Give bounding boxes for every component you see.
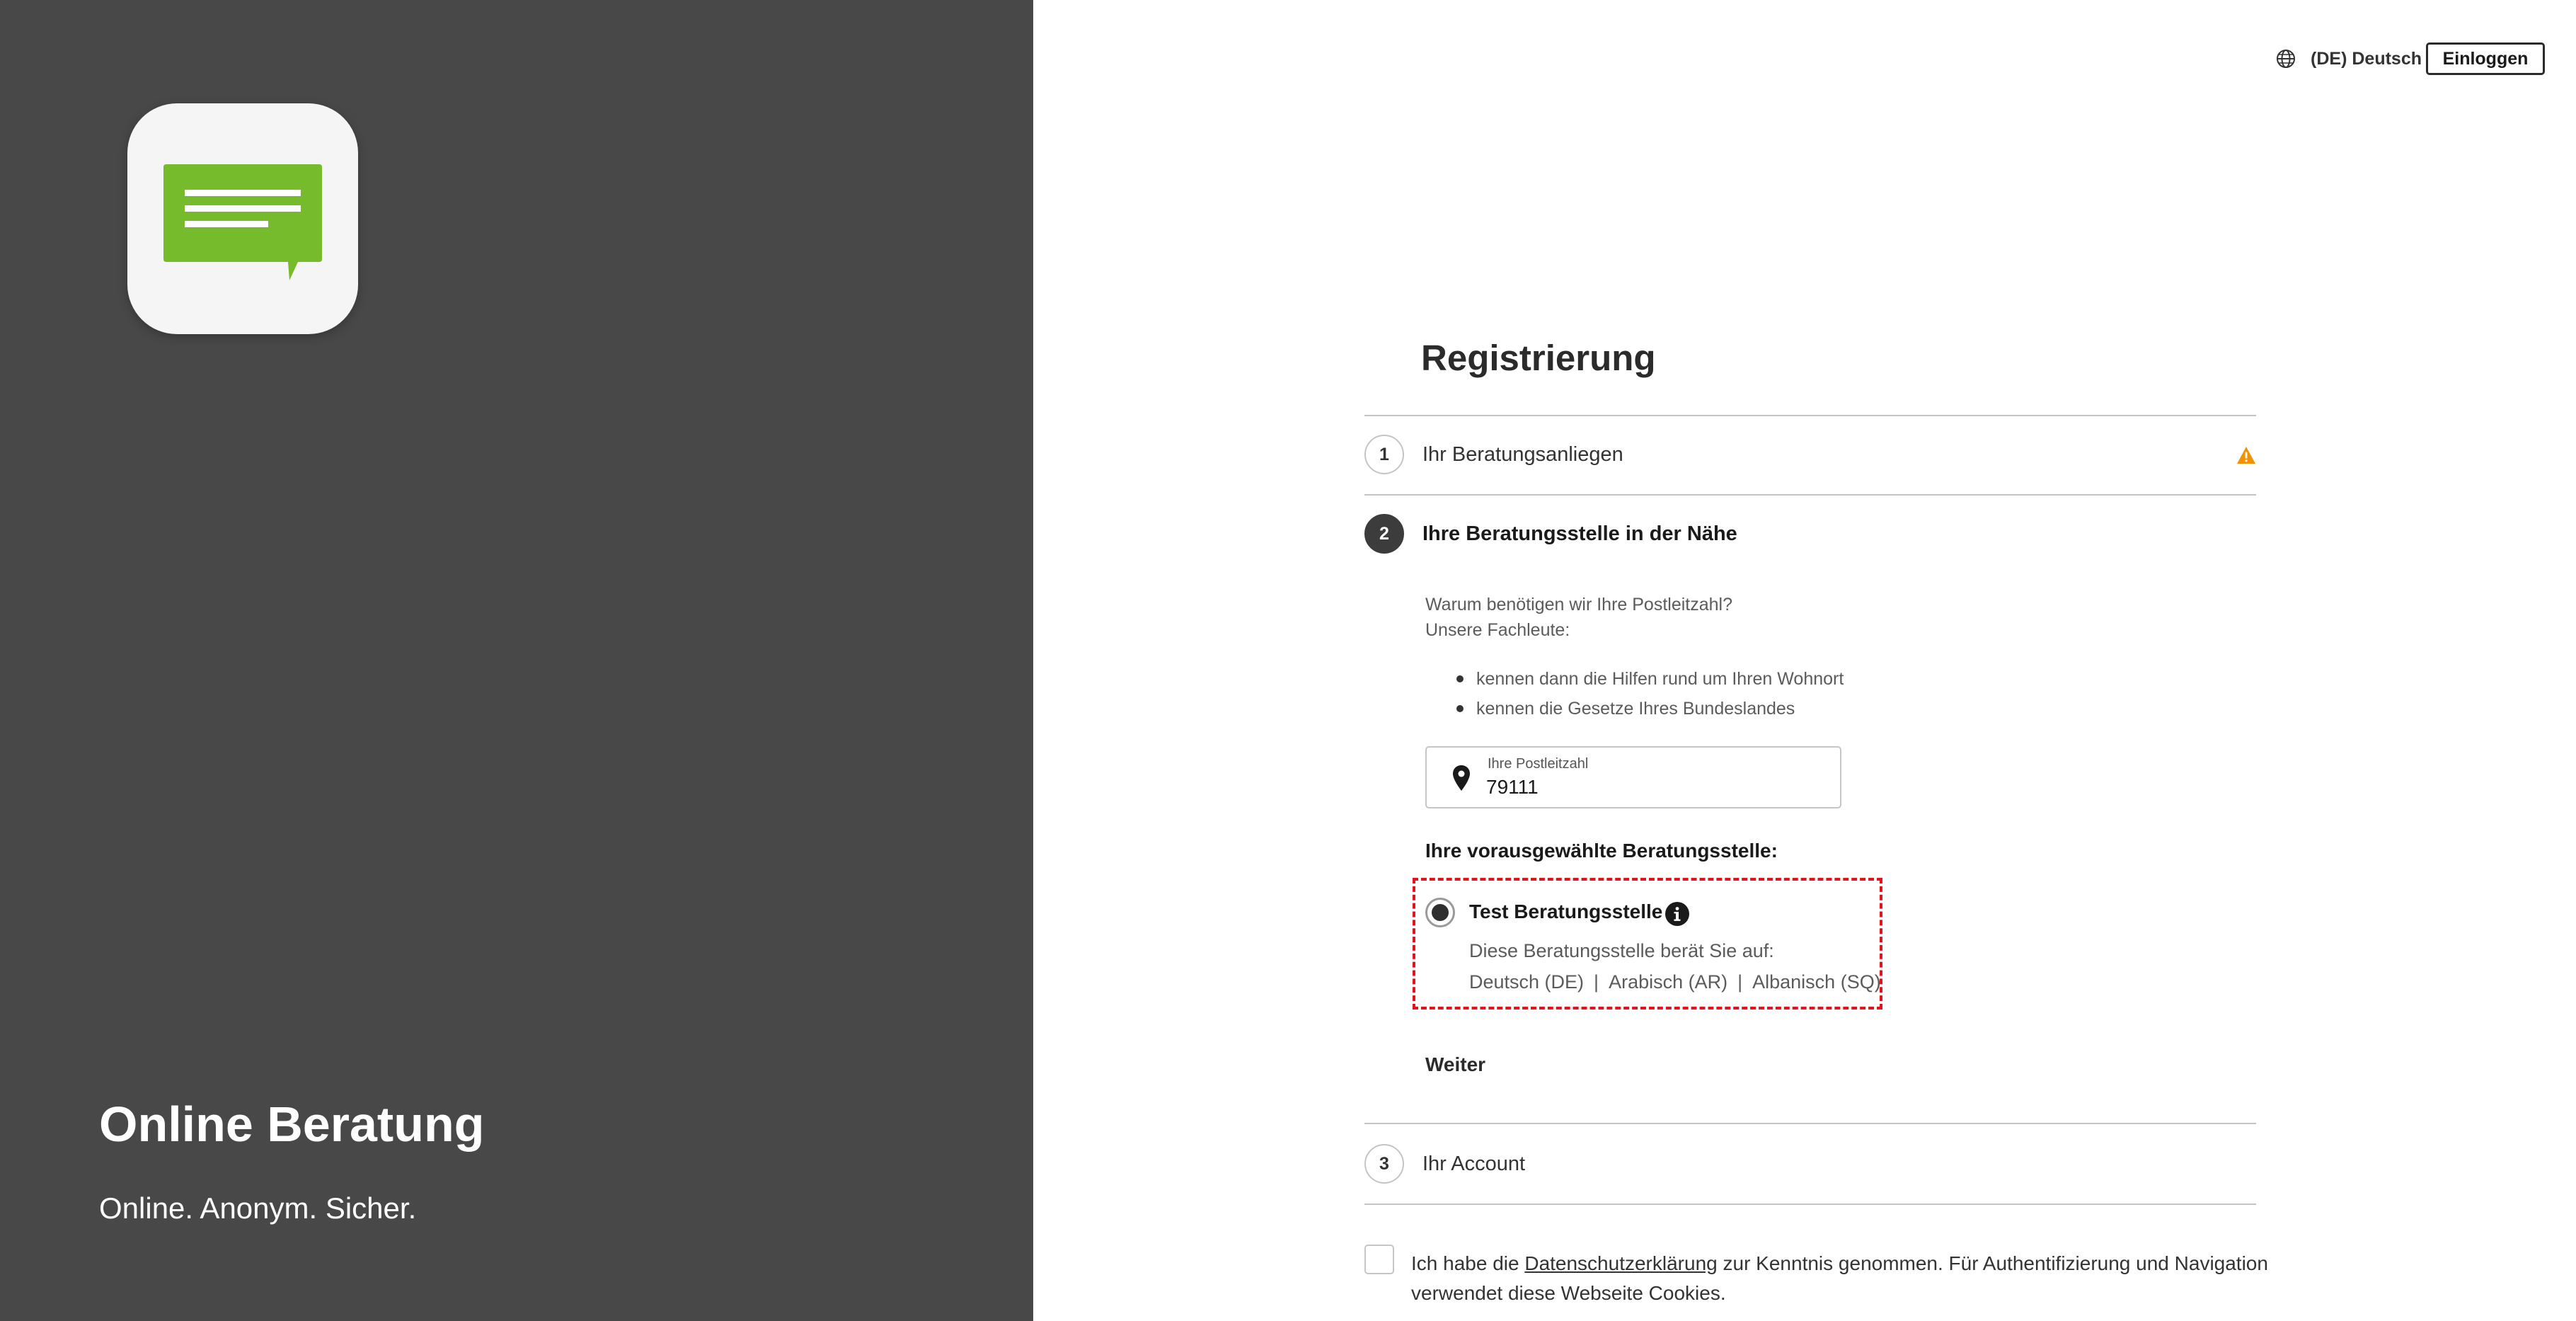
- step-2-header[interactable]: 2 Ihre Beratungsstelle in der Nähe: [1364, 514, 2256, 554]
- step-label: Ihre Beratungsstelle in der Nähe: [1422, 522, 1737, 545]
- brand-title: Online Beratung: [99, 1097, 485, 1152]
- step-3-header[interactable]: 3 Ihr Account: [1364, 1144, 2256, 1184]
- step-1-header[interactable]: 1 Ihr Beratungsanliegen: [1364, 435, 2256, 474]
- page-title: Registrierung: [1421, 338, 1656, 378]
- language-selector[interactable]: (DE) Deutsch: [2311, 49, 2422, 69]
- agency-languages: Deutsch (DE) | Arabisch (AR) | Albanisch (SQ…: [1469, 971, 1881, 993]
- why-postcode-text: Warum benötigen wir Ihre Postleitzahl?: [1425, 595, 1732, 614]
- info-icon[interactable]: [1664, 901, 1690, 927]
- experts-intro-text: Unsere Fachleute:: [1425, 620, 1570, 640]
- globe-icon[interactable]: [2275, 48, 2296, 69]
- language-item: Arabisch (AR): [1609, 971, 1728, 993]
- agency-advises-label: Diese Beratungsstelle berät Sie auf:: [1469, 940, 1774, 961]
- warning-icon: [2237, 447, 2255, 464]
- divider: [1364, 415, 2256, 416]
- step-label: Ihr Beratungsanliegen: [1422, 442, 1623, 466]
- list-item: kennen dann die Hilfen rund um Ihren Woh…: [1456, 664, 2204, 694]
- step-2-content: Warum benötigen wir Ihre Postleitzahl? U…: [1425, 592, 2204, 724]
- step-number: 2: [1364, 514, 1404, 554]
- chat-bubble-icon: [163, 164, 322, 280]
- postcode-field[interactable]: Ihre Postleitzahl: [1425, 746, 1841, 808]
- language-item: Albanisch (SQ): [1752, 971, 1881, 993]
- privacy-checkbox[interactable]: [1364, 1245, 1394, 1274]
- agency-radio[interactable]: [1425, 898, 1455, 927]
- divider: [1364, 1123, 2256, 1124]
- privacy-policy-link[interactable]: Datenschutzerklärung: [1524, 1252, 1717, 1274]
- postcode-label: Ihre Postleitzahl: [1488, 756, 1589, 772]
- divider: [1364, 1203, 2256, 1205]
- postcode-input[interactable]: [1486, 774, 1812, 800]
- brand-tagline: Online. Anonym. Sicher.: [99, 1191, 417, 1225]
- brand-panel: Online Beratung Online. Anonym. Sicher.: [0, 0, 1033, 1321]
- preselected-agency-heading: Ihre vorausgewählte Beratungsstelle:: [1425, 840, 1778, 862]
- language-separator: |: [1737, 971, 1743, 993]
- step-number: 1: [1364, 435, 1404, 474]
- agency-name: Test Beratungsstelle: [1469, 900, 1663, 922]
- language-item: Deutsch (DE): [1469, 971, 1585, 993]
- list-item: kennen die Gesetze Ihres Bundeslandes: [1456, 694, 2204, 724]
- language-separator: |: [1594, 971, 1599, 993]
- next-button[interactable]: Weiter: [1425, 1053, 1485, 1076]
- step-label: Ihr Account: [1422, 1152, 1526, 1175]
- login-button[interactable]: Einloggen: [2426, 42, 2545, 75]
- location-pin-icon: [1453, 765, 1470, 791]
- privacy-text-before: Ich habe die: [1411, 1252, 1525, 1274]
- privacy-consent-text: Ich habe die Datenschutzerklärung zur Ke…: [1411, 1249, 2282, 1308]
- header: (DE) Deutsch Einloggen: [2275, 42, 2545, 75]
- agency-option[interactable]: Test Beratungsstelle Diese Beratungsstel…: [1413, 878, 1882, 1010]
- app-logo: [127, 103, 358, 334]
- radio-dot: [1432, 904, 1449, 921]
- step-number: 3: [1364, 1144, 1404, 1184]
- divider: [1364, 494, 2256, 496]
- reasons-list: kennen dann die Hilfen rund um Ihren Woh…: [1425, 664, 2204, 724]
